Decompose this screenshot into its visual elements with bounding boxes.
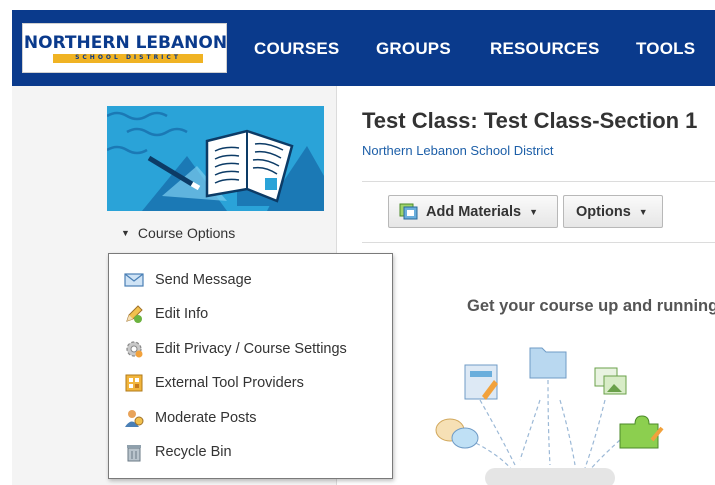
district-logo[interactable]: NORTHERN LEBANON SCHOOL DISTRICT <box>22 23 227 73</box>
page-title: Test Class: Test Class-Section 1 <box>362 108 698 133</box>
add-materials-label: Add Materials <box>426 203 522 220</box>
menu-item-label: External Tool Providers <box>155 375 304 391</box>
options-label: Options <box>576 203 631 220</box>
nav-resources[interactable]: RESOURCES <box>490 39 600 59</box>
nav-groups[interactable]: GROUPS <box>376 39 451 59</box>
nav-tools[interactable]: TOOLS <box>636 39 695 59</box>
empty-state-message: Get your course up and running <box>467 297 715 315</box>
menu-item-label: Send Message <box>155 272 252 288</box>
images-icon <box>594 367 627 395</box>
empty-state-illustration <box>430 340 715 485</box>
recycle-bin-icon <box>124 442 144 462</box>
folder-icon <box>529 347 567 379</box>
menu-item-label: Moderate Posts <box>155 410 257 426</box>
course-options-toggle[interactable]: ▼ Course Options <box>121 225 235 241</box>
logo-main-text: NORTHERN LEBANON <box>23 33 228 53</box>
pencil-icon <box>124 304 144 324</box>
menu-item-edit-info[interactable]: Edit Info <box>124 302 208 326</box>
chat-bubbles-icon <box>435 418 479 449</box>
puzzle-icon <box>619 415 664 449</box>
district-link[interactable]: Northern Lebanon School District <box>362 143 554 158</box>
caret-down-icon: ▼ <box>529 206 539 217</box>
add-materials-icon <box>399 203 419 221</box>
nav-courses[interactable]: COURSES <box>254 39 339 59</box>
menu-item-send-message[interactable]: Send Message <box>124 268 252 292</box>
top-nav-bar: NORTHERN LEBANON SCHOOL DISTRICT COURSES… <box>12 10 715 86</box>
caret-down-icon: ▼ <box>638 206 648 217</box>
moderate-user-icon <box>124 408 144 428</box>
gear-icon <box>124 339 144 359</box>
menu-item-label: Edit Info <box>155 306 209 322</box>
envelope-icon <box>124 270 144 290</box>
tool-providers-icon <box>124 373 144 393</box>
menu-item-moderate-posts[interactable]: Moderate Posts <box>124 406 257 430</box>
menu-item-edit-privacy[interactable]: Edit Privacy / Course Settings <box>124 337 347 361</box>
menu-item-recycle-bin[interactable]: Recycle Bin <box>124 440 232 464</box>
page-icon <box>464 364 498 400</box>
menu-item-label: Edit Privacy / Course Settings <box>155 341 347 357</box>
divider <box>362 181 715 182</box>
caret-down-icon: ▼ <box>121 228 130 238</box>
add-materials-button[interactable]: Add Materials ▼ <box>388 195 558 228</box>
menu-item-label: Recycle Bin <box>155 444 232 460</box>
menu-item-external-tools[interactable]: External Tool Providers <box>124 371 304 395</box>
course-banner-image <box>107 106 324 211</box>
logo-sub-text: SCHOOL DISTRICT <box>75 54 181 61</box>
divider <box>362 242 715 243</box>
options-button[interactable]: Options ▼ <box>563 195 663 228</box>
course-options-label: Course Options <box>137 225 236 241</box>
course-options-menu: Send Message Edit Info Edit Privacy / Co… <box>108 253 393 479</box>
